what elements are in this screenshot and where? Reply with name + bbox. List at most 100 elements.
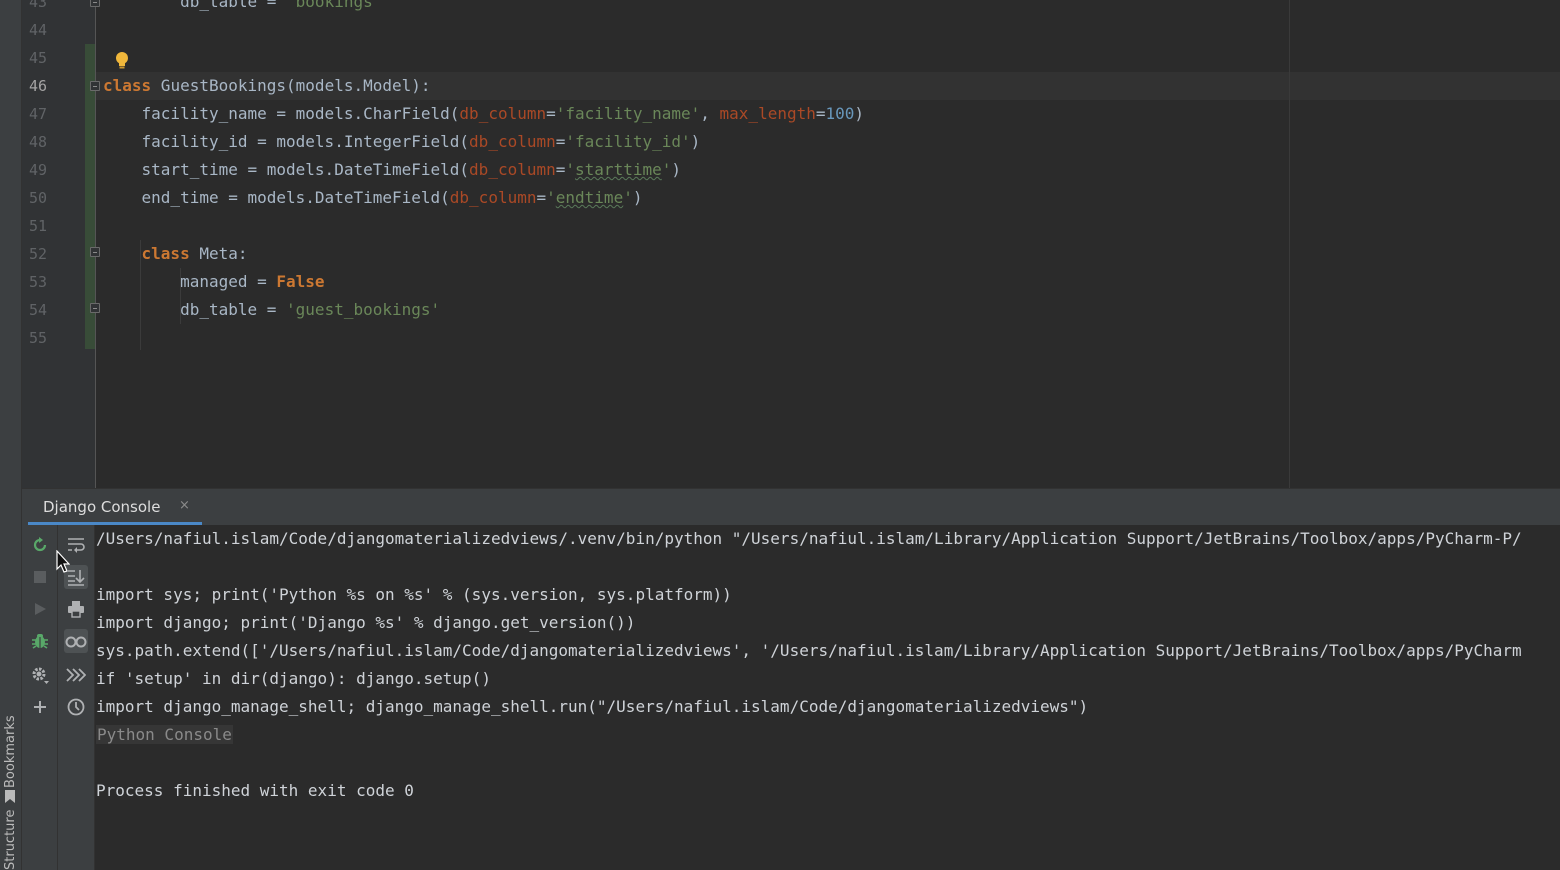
console-line: import django; print('Django %s' % djang… [96,613,636,632]
add-button[interactable] [28,695,52,719]
code-token: facility_id = models.IntegerField( [103,132,470,151]
tab-django-console[interactable]: Django Console × [28,489,202,525]
add-icon [34,701,46,713]
line-number: 50 [28,189,47,207]
code-text: class GuestBookings(models.Model): [103,72,431,100]
bookmarks-tab-label: Bookmarks [3,715,18,788]
code-token: ) [854,104,865,123]
code-token: ' [623,188,633,207]
code-token: ) [671,160,682,179]
code-line[interactable]: 55 [22,324,1560,352]
code-text: facility_id = models.IntegerField(db_col… [103,128,701,156]
line-number: 48 [28,133,47,151]
code-token: 100 [825,104,855,123]
code-token: 'bookings' [286,0,383,11]
console-line: Python Console [96,721,233,749]
console-output[interactable]: /Users/nafiul.islam/Code/djangomateriali… [96,525,1560,870]
code-line[interactable]: 48 facility_id = models.IntegerField(db_… [22,128,1560,156]
fold-toggle-icon[interactable] [90,303,100,313]
structure-tool-tab[interactable]: Structure [1,810,21,870]
stop-button[interactable] [28,565,52,589]
run-button[interactable] [28,597,52,621]
bookmarks-tool-tab[interactable]: Bookmarks [1,700,21,808]
settings-button[interactable] [28,663,52,687]
code-line[interactable]: 46 class GuestBookings(models.Model): [22,72,1560,100]
code-token: db_column [469,132,556,151]
code-token: = [555,132,566,151]
debug-button[interactable] [28,629,52,653]
show-variables-button[interactable] [64,629,88,653]
code-line[interactable]: 54 db_table = 'guest_bookings' [22,296,1560,324]
code-text: db_table = 'bookings' [103,0,382,16]
code-line[interactable]: 47 facility_name = models.CharField(db_c… [22,100,1560,128]
code-line[interactable]: 43 db_table = 'bookings' [22,0,1560,16]
code-line[interactable]: 53 managed = False [22,268,1560,296]
code-token: facility_name = models.CharField( [103,104,460,123]
history-button[interactable] [64,695,88,719]
stop-icon [34,571,46,583]
code-token: 'facility_name' [555,104,701,123]
fold-toggle-icon[interactable] [90,0,100,7]
line-number: 52 [28,245,47,263]
code-token: 'facility_id' [565,132,691,151]
code-token: (models.Model): [286,76,431,95]
code-token: = [536,188,547,207]
fold-toggle-icon[interactable] [90,81,100,91]
code-token: start_time = models.DateTimeField( [103,160,470,179]
code-text: start_time = models.DateTimeField(db_col… [103,156,681,184]
line-number: 45 [28,49,47,67]
code-token: db_column [449,188,537,207]
fold-toggle-icon[interactable] [90,247,100,257]
code-line[interactable]: 49 start_time = models.DateTimeField(db_… [22,156,1560,184]
code-line[interactable]: 50 end_time = models.DateTimeField(db_co… [22,184,1560,212]
code-token: False [276,272,325,291]
line-number: 54 [28,301,47,319]
code-token: ' [661,160,672,179]
python-console-marker: Python Console [96,725,233,744]
code-token: Meta: [189,244,248,263]
rerun-button[interactable] [28,533,52,557]
close-icon[interactable]: × [179,498,190,513]
line-number: 46 [28,77,47,95]
console-toolbar-secondary [58,525,95,870]
execute-button[interactable] [64,663,88,687]
code-token: db_column [459,104,547,123]
code-text: facility_name = models.CharField(db_colu… [103,100,865,128]
line-number: 47 [28,105,47,123]
code-token: GuestBookings [151,76,287,95]
settings-icon [32,667,49,684]
code-line[interactable]: 52 class Meta: [22,240,1560,268]
code-token: endtime [555,188,624,207]
line-number: 44 [28,21,47,39]
line-number: 55 [28,329,47,347]
console-line: /Users/nafiul.islam/Code/djangomateriali… [96,529,1522,548]
line-number: 53 [28,273,47,291]
debug-icon [32,634,48,649]
code-editor[interactable]: 43 db_table = 'bookings' 44 45 46 class Gues… [22,0,1560,488]
code-token: end_time = models.DateTimeField( [103,188,450,207]
code-token: db_table = [103,0,287,11]
code-token: managed = [103,272,277,291]
execute-icon [66,668,86,682]
history-icon [67,698,85,716]
rerun-icon [33,537,47,552]
code-token: class [141,244,190,263]
code-line[interactable]: 51 [22,212,1560,240]
code-text: end_time = models.DateTimeField(db_colum… [103,184,643,212]
code-token: = [555,160,566,179]
code-token: starttime [575,160,662,179]
lightbulb-icon[interactable] [114,51,130,69]
line-number: 43 [28,0,47,11]
show-variables-icon [65,636,87,648]
code-line[interactable]: 45 [22,44,1560,72]
code-text: db_table = 'guest_bookings' [103,296,440,324]
console-toolbar-primary [22,525,58,870]
console-line: if 'setup' in dir(django): django.setup(… [96,669,491,688]
code-line[interactable]: 44 [22,16,1560,44]
structure-tab-label: Structure [3,809,18,870]
print-icon [68,601,84,618]
django-console-panel: Django Console × /Users/nafiul.islam/Cod… [22,488,1560,870]
line-number: 49 [28,161,47,179]
code-text: managed = False [103,268,325,296]
print-button[interactable] [64,597,88,621]
